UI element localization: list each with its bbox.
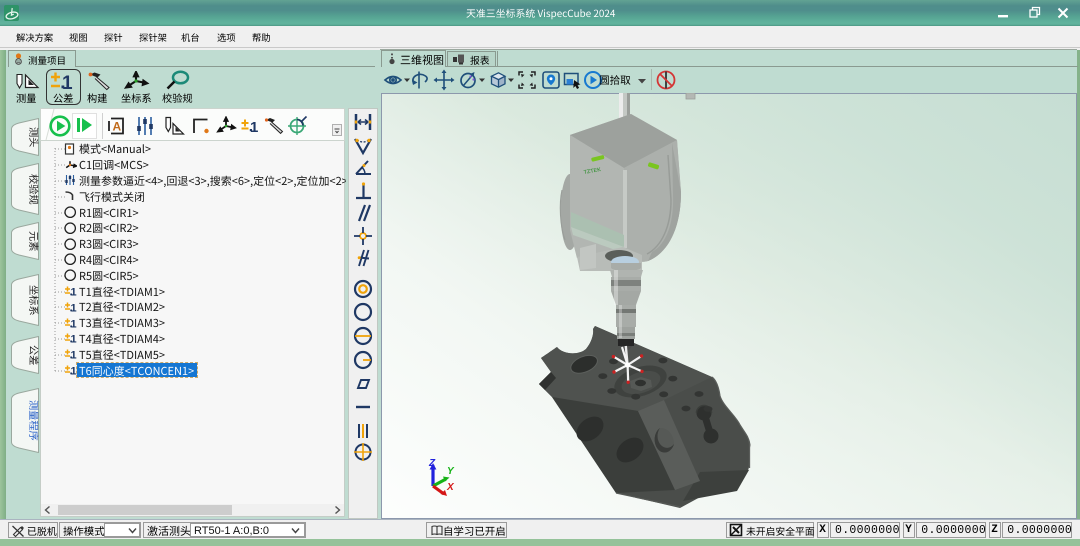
svg-text:1: 1	[71, 318, 77, 330]
svg-text:Y: Y	[447, 466, 455, 477]
svg-text:1: 1	[71, 350, 77, 362]
svg-text:1: 1	[250, 119, 258, 136]
svg-text:Z: Z	[428, 458, 436, 469]
svg-text:A: A	[113, 120, 122, 134]
svg-text:1: 1	[71, 334, 77, 346]
svg-text:1: 1	[71, 366, 77, 378]
svg-text:1: 1	[71, 302, 77, 314]
svg-text:X: X	[446, 482, 455, 493]
svg-text:1: 1	[71, 287, 77, 299]
svg-text:1: 1	[62, 73, 73, 91]
